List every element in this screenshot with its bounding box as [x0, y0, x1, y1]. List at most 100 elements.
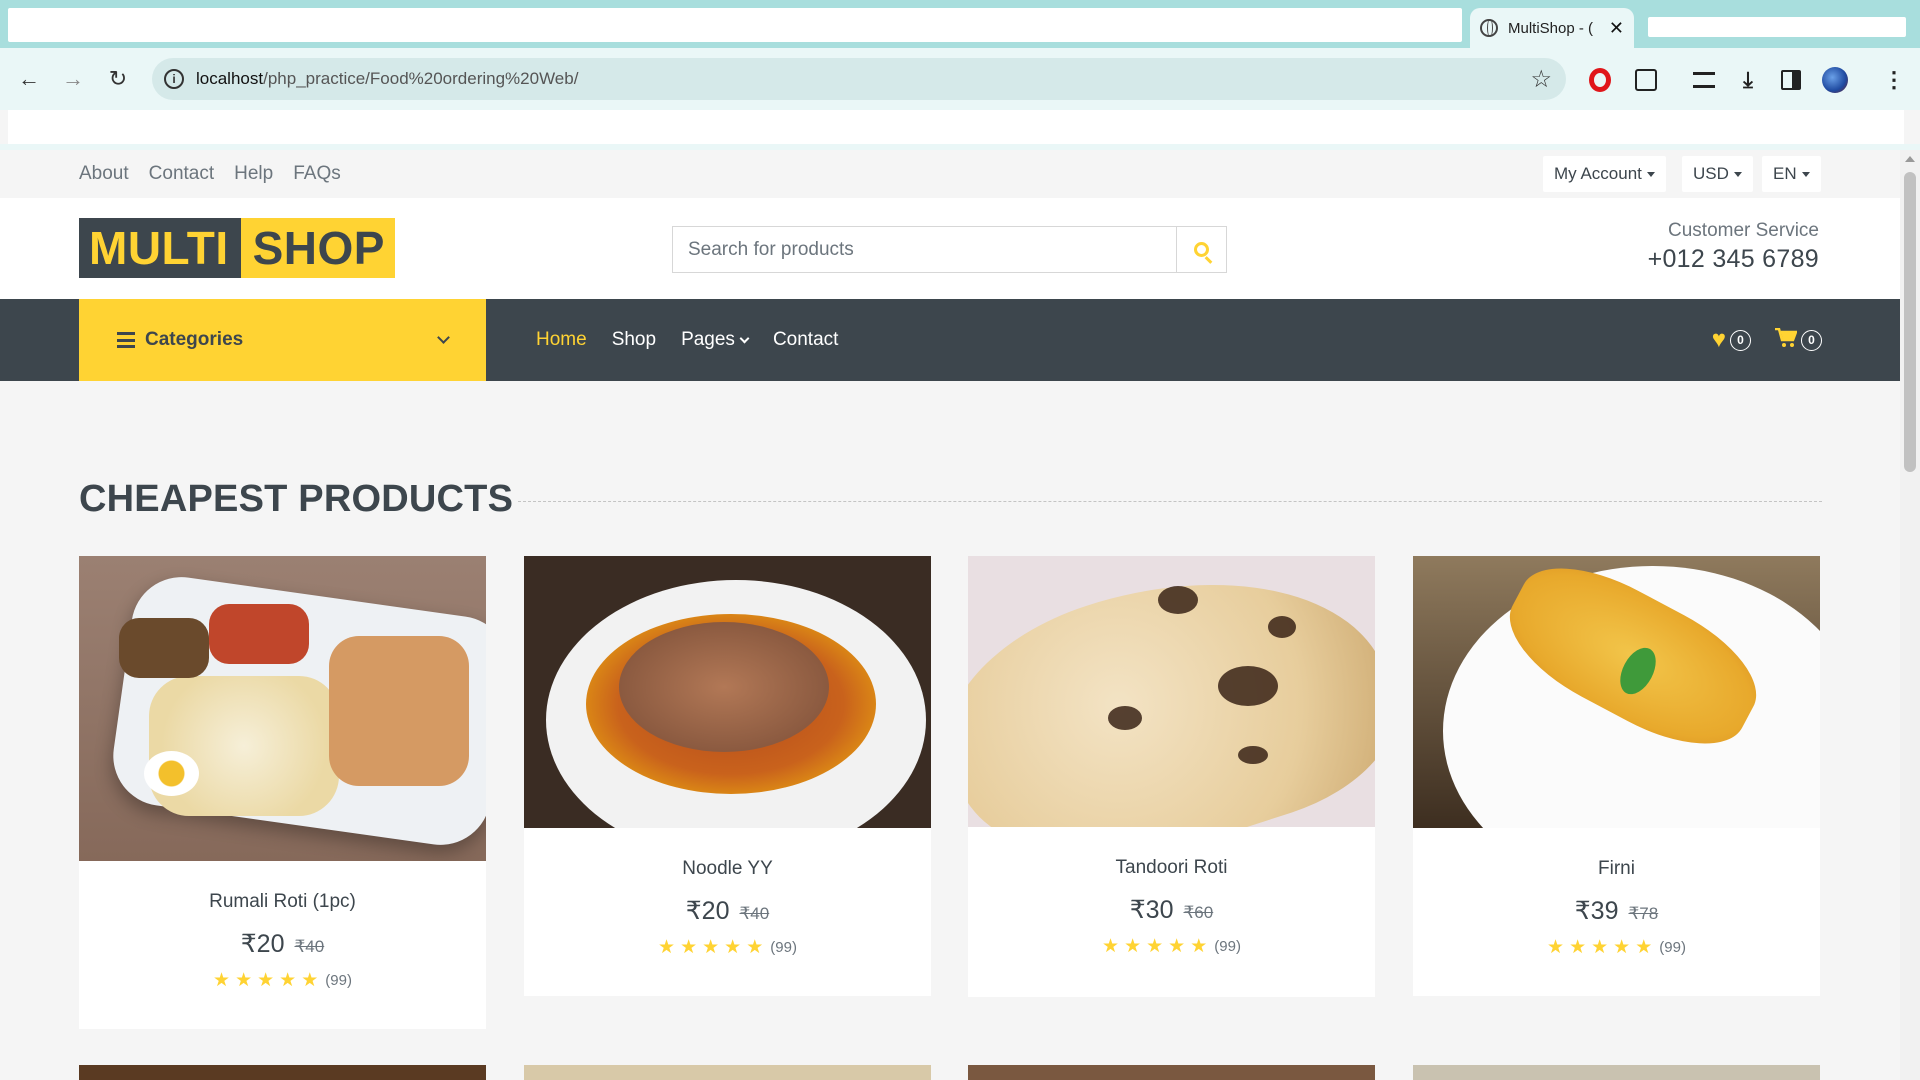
- review-count: (99): [325, 972, 352, 989]
- product-image-noodle-yy[interactable]: [524, 556, 931, 828]
- product-body: Rumali Roti (1pc) ₹20 ₹40 ★ ★ ★ ★ ★ (99): [79, 861, 486, 1029]
- product-price: ₹20: [240, 930, 285, 958]
- product-card[interactable]: Firni ₹39 ₹78 ★ ★ ★ ★ ★ (99): [1413, 556, 1820, 996]
- browser-menu-icon[interactable]: ⋮: [1880, 66, 1908, 94]
- star-icon: ★: [724, 937, 742, 958]
- char-spot: [1218, 666, 1278, 706]
- top-link-faqs[interactable]: FAQs: [293, 163, 341, 185]
- product-rating: ★ ★ ★ ★ ★ (99): [1413, 938, 1820, 957]
- my-account-dropdown[interactable]: My Account: [1543, 156, 1666, 192]
- media-control-icon[interactable]: [1690, 66, 1718, 94]
- globe-icon: [1480, 19, 1498, 37]
- star-icon: ★: [257, 970, 275, 991]
- product-card-peek[interactable]: [1413, 1065, 1820, 1080]
- product-rating: ★ ★ ★ ★ ★ (99): [524, 938, 931, 957]
- download-icon[interactable]: ⤓: [1734, 66, 1762, 94]
- page-scrollbar[interactable]: [1900, 150, 1920, 1080]
- product-name[interactable]: Firni: [1413, 858, 1820, 880]
- extensions-puzzle-icon[interactable]: [1632, 66, 1660, 94]
- address-url[interactable]: localhost/php_practice/Food%20ordering%2…: [196, 69, 578, 89]
- product-card-peek[interactable]: [524, 1065, 931, 1080]
- caret-down-icon: [1733, 171, 1742, 177]
- char-spot: [1268, 616, 1296, 638]
- wishlist-button[interactable]: ♥ 0: [1712, 328, 1751, 352]
- product-body: Tandoori Roti ₹30 ₹60 ★ ★ ★ ★ ★ (99): [968, 827, 1375, 997]
- product-image-rumali-roti[interactable]: [79, 556, 486, 861]
- top-link-about[interactable]: About: [79, 163, 129, 185]
- nav-item-contact[interactable]: Contact: [773, 329, 838, 351]
- opera-extension-icon[interactable]: [1586, 66, 1614, 94]
- categories-toggle[interactable]: Categories: [79, 299, 486, 381]
- puzzle-shape-icon: [1635, 69, 1657, 91]
- forward-arrow-icon[interactable]: →: [58, 64, 88, 94]
- product-price: ₹20: [685, 897, 730, 925]
- address-bar[interactable]: i localhost/php_practice/Food%20ordering…: [152, 58, 1566, 100]
- currency-dropdown[interactable]: USD: [1682, 156, 1753, 192]
- language-dropdown[interactable]: EN: [1762, 156, 1821, 192]
- nav-item-home[interactable]: Home: [536, 329, 587, 351]
- product-name[interactable]: Tandoori Roti: [968, 857, 1375, 879]
- site-header: MULTI SHOP Customer Service +012 345 678…: [0, 198, 1900, 299]
- top-link-help[interactable]: Help: [234, 163, 273, 185]
- search-button[interactable]: [1176, 227, 1226, 272]
- site-logo[interactable]: MULTI SHOP: [79, 218, 395, 278]
- star-icon: ★: [1190, 936, 1208, 957]
- cart-icon: [1775, 327, 1798, 352]
- side-panel-shape-icon: [1781, 70, 1801, 90]
- product-card[interactable]: Noodle YY ₹20 ₹40 ★ ★ ★ ★ ★ (99): [524, 556, 931, 996]
- product-name[interactable]: Rumali Roti (1pc): [79, 891, 486, 913]
- scrollbar-thumb[interactable]: [1904, 172, 1916, 472]
- star-icon: ★: [680, 937, 698, 958]
- tab-strip-blank-right: [1648, 17, 1906, 37]
- language-label: EN: [1773, 164, 1797, 183]
- reload-icon[interactable]: ↻: [103, 64, 133, 94]
- product-image-tandoori-roti[interactable]: [968, 556, 1375, 827]
- side-panel-icon[interactable]: [1777, 66, 1805, 94]
- profile-avatar[interactable]: [1821, 66, 1849, 94]
- top-bar: About Contact Help FAQs My Account USD E…: [0, 150, 1900, 198]
- web-page: About Contact Help FAQs My Account USD E…: [0, 150, 1900, 1080]
- media-lines-icon: [1693, 72, 1715, 88]
- wishlist-count-badge: 0: [1730, 329, 1751, 351]
- section-divider: [518, 501, 1822, 502]
- bookmark-star-icon[interactable]: ☆: [1530, 65, 1552, 94]
- tab-close-icon[interactable]: ✕: [1609, 19, 1624, 37]
- search-icon: [1194, 242, 1209, 257]
- url-host: localhost: [196, 69, 264, 88]
- char-spot: [1108, 706, 1142, 730]
- product-name[interactable]: Noodle YY: [524, 858, 931, 880]
- bookmarks-bar: [8, 110, 1904, 144]
- cart-button[interactable]: 0: [1775, 327, 1822, 352]
- product-card-peek[interactable]: [79, 1065, 486, 1080]
- star-icon: ★: [301, 970, 319, 991]
- star-icon: ★: [1547, 937, 1565, 958]
- food-meat: [619, 622, 829, 752]
- star-icon: ★: [1146, 936, 1164, 957]
- scroll-up-arrow-icon[interactable]: [1905, 156, 1915, 162]
- top-links: About Contact Help FAQs: [79, 163, 341, 185]
- product-image-firni[interactable]: [1413, 556, 1820, 828]
- back-arrow-icon[interactable]: ←: [14, 64, 44, 94]
- site-info-icon[interactable]: i: [164, 69, 184, 89]
- my-account-label: My Account: [1554, 164, 1642, 183]
- product-old-price: ₹60: [1183, 903, 1214, 922]
- star-icon: ★: [235, 970, 253, 991]
- top-link-contact[interactable]: Contact: [149, 163, 214, 185]
- browser-tab-active[interactable]: MultiShop - ( ✕: [1470, 8, 1634, 48]
- nav-item-pages[interactable]: Pages: [681, 329, 750, 351]
- search-input[interactable]: [673, 227, 1176, 272]
- nav-actions: ♥ 0 0: [1712, 299, 1822, 381]
- product-body: Noodle YY ₹20 ₹40 ★ ★ ★ ★ ★ (99): [524, 828, 931, 996]
- product-card[interactable]: Rumali Roti (1pc) ₹20 ₹40 ★ ★ ★ ★ ★ (99): [79, 556, 486, 1029]
- product-old-price: ₹40: [739, 904, 770, 923]
- product-card-peek[interactable]: [968, 1065, 1375, 1080]
- product-card[interactable]: Tandoori Roti ₹30 ₹60 ★ ★ ★ ★ ★ (99): [968, 556, 1375, 997]
- product-old-price: ₹78: [1628, 904, 1659, 923]
- bars-icon: [117, 332, 135, 348]
- customer-service-label: Customer Service: [1668, 220, 1819, 241]
- star-icon: ★: [213, 970, 231, 991]
- review-count: (99): [1214, 938, 1241, 955]
- nav-item-shop[interactable]: Shop: [612, 329, 656, 351]
- char-spot: [1238, 746, 1268, 764]
- star-icon: ★: [746, 937, 764, 958]
